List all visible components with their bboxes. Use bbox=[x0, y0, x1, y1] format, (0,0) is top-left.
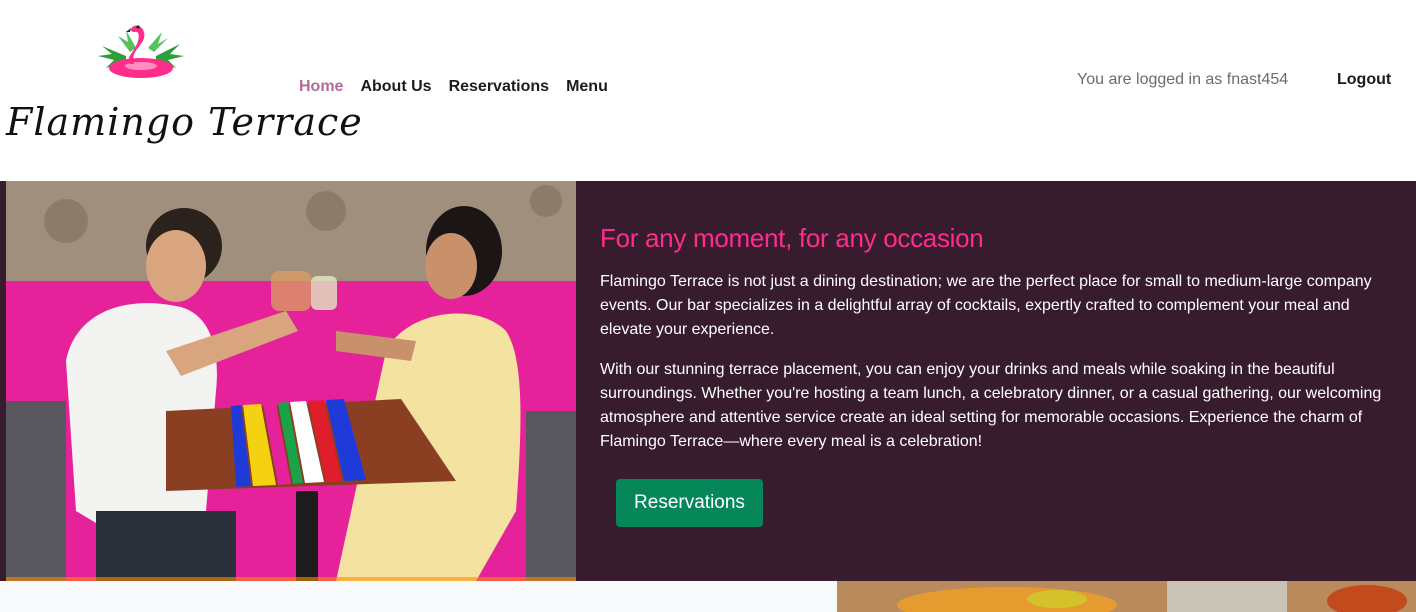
hero-heading: For any moment, for any occasion bbox=[600, 223, 984, 253]
main-nav: Home About Us Reservations Menu bbox=[299, 78, 608, 96]
site-header: Flamingo Terrace Home About Us Reservati… bbox=[0, 0, 1416, 181]
hero-text: For any moment, for any occasion Flaming… bbox=[600, 223, 1400, 470]
food-photo bbox=[837, 581, 1416, 612]
nav-home[interactable]: Home bbox=[299, 78, 343, 96]
hero-paragraph-2: With our stunning terrace placement, you… bbox=[600, 361, 1382, 451]
flamingo-float-icon[interactable] bbox=[96, 16, 186, 80]
nav-about-us[interactable]: About Us bbox=[360, 78, 431, 96]
next-section bbox=[0, 581, 1416, 612]
hero-photo bbox=[6, 181, 576, 581]
logout-link[interactable]: Logout bbox=[1337, 71, 1391, 89]
nav-reservations[interactable]: Reservations bbox=[449, 78, 550, 96]
nav-menu[interactable]: Menu bbox=[566, 78, 608, 96]
hero-section: For any moment, for any occasion Flaming… bbox=[0, 181, 1416, 581]
login-status: You are logged in as fnast454 bbox=[1077, 71, 1289, 88]
hero-paragraph-1: Flamingo Terrace is not just a dining de… bbox=[600, 273, 1372, 339]
reservations-button[interactable]: Reservations bbox=[616, 479, 763, 527]
brand-name: Flamingo Terrace bbox=[6, 100, 363, 144]
